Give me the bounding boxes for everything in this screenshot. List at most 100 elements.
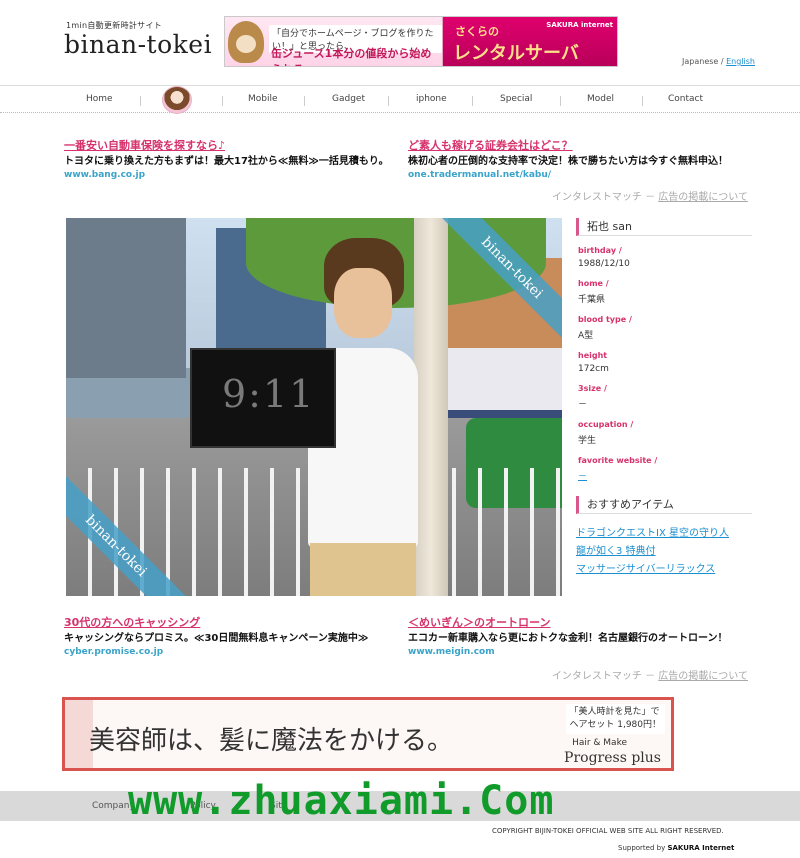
field-label: 3size / <box>578 384 607 393</box>
field-value: 1988/12/10 <box>578 259 630 269</box>
ad-url[interactable]: one.tradermanual.net/kabu/ <box>408 170 753 180</box>
ad-url[interactable]: www.meigin.com <box>408 647 753 657</box>
field-value: 千葉県 <box>578 295 606 305</box>
recommend-item[interactable]: 龍が如く3 特典付 <box>576 542 752 557</box>
ad-url[interactable]: www.bang.co.jp <box>64 170 409 180</box>
nav-model[interactable]: Model <box>587 94 614 104</box>
field-label: occupation / <box>578 420 634 429</box>
profile-field: occupation / 学生 <box>576 420 752 446</box>
ad-title[interactable]: 一番安い自動車保険を探すなら♪ <box>64 137 409 153</box>
language-switch: Japanese / English <box>682 57 755 66</box>
profile-field: favorite website / － <box>576 456 752 482</box>
site-header: 1min自動更新時計サイト binan-tokei 「自分でホームページ・ブログ… <box>0 0 800 86</box>
profile-field: height 172cm <box>576 351 752 374</box>
interest-match-row: インタレストマッチ － 広告の掲載について <box>552 667 748 682</box>
banner-right-panel: SAKURA internet さくらの レンタルサーバ <box>443 17 617 66</box>
time-board: 9:11 <box>190 348 336 448</box>
profile-field: home / 千葉県 <box>576 279 752 305</box>
interest-match-dash: － <box>641 671 659 682</box>
nav-iphone[interactable]: iphone <box>416 94 447 104</box>
ad-url[interactable]: cyber.promise.co.jp <box>64 647 409 657</box>
recommend-list: ドラゴンクエストIX 星空の守り人 龍が如く3 特典付 マッサージサイバーリラッ… <box>576 524 752 575</box>
sakura-logo: SAKURA internet <box>546 21 613 29</box>
interest-match-dash: － <box>641 192 659 203</box>
field-label: birthday / <box>578 246 622 255</box>
profile-field: blood type / A型 <box>576 315 752 341</box>
interest-match-label: インタレストマッチ <box>551 192 642 203</box>
offer-line2: ヘアセット 1,980円！ <box>569 720 661 730</box>
banner-hair-make: Hair & Make <box>572 738 627 748</box>
lang-english[interactable]: English <box>726 57 755 66</box>
field-label: height <box>578 351 608 360</box>
ad-description: キャッシングならプロミス。≪30日間無料息キャンペーン実施中≫ <box>64 633 369 644</box>
salon-ad-banner[interactable]: 美容師は、髪に魔法をかける。 「美人時計を見た」で ヘアセット 1,980円！ … <box>62 697 674 771</box>
banner-right-line2: レンタルサーバ <box>453 43 579 64</box>
banner-brand: Progress plus <box>564 750 661 766</box>
banner-headline: 美容師は、髪に魔法をかける。 <box>89 726 454 756</box>
ad-block[interactable]: ど素人も稼げる証券会社はどこ？ 株初心者の圧倒的な支持率で決定！株で勝ちたい方は… <box>408 137 753 180</box>
ad-title[interactable]: ど素人も稼げる証券会社はどこ？ <box>408 137 753 153</box>
recommend-heading: おすすめアイテム <box>576 496 752 514</box>
favorite-website-link[interactable]: － <box>578 469 752 482</box>
ad-info-link[interactable]: 広告の掲載について <box>658 671 748 682</box>
recommend-item[interactable]: マッサージサイバーリラックス <box>576 560 752 575</box>
nav-gadget[interactable]: Gadget <box>332 94 365 104</box>
main-nav: Home Mobile Gadget iphone Special Model … <box>0 85 800 114</box>
ad-block[interactable]: ＜めいぎん＞のオートローン エコカー新車購入なら更におトクな金利！名古屋銀行のオ… <box>408 614 753 657</box>
nav-special[interactable]: Special <box>500 94 532 104</box>
nav-divider <box>560 96 561 106</box>
nav-divider <box>222 96 223 106</box>
interest-match-label: インタレストマッチ <box>551 671 642 682</box>
cat-mascot-icon <box>228 21 264 63</box>
interest-match-row: インタレストマッチ － 広告の掲載について <box>552 188 748 203</box>
nav-divider <box>642 96 643 106</box>
nav-divider <box>140 96 141 106</box>
banner-left-panel: 「自分でホームページ・ブログを作りたい！」と思ったら、 缶ジュース1本分の値段か… <box>225 17 443 66</box>
ad-title[interactable]: ＜めいぎん＞のオートローン <box>408 614 753 630</box>
ad-block[interactable]: 一番安い自動車保険を探すなら♪ トヨタに乗り換えた方もまずは！最大17社から≪無… <box>64 137 409 180</box>
ad-title[interactable]: 30代の方へのキャッシング <box>64 614 409 630</box>
profile-field: 3size / － <box>576 384 752 410</box>
field-label: home / <box>578 279 609 288</box>
nav-divider <box>472 96 473 106</box>
photo-bus <box>436 348 562 418</box>
lang-separator: / <box>718 57 727 66</box>
sakura-logo[interactable]: SAKURA Internet <box>667 844 734 852</box>
top-ad-banner[interactable]: 「自分でホームページ・ブログを作りたい！」と思ったら、 缶ジュース1本分の値段か… <box>224 16 618 67</box>
ad-description: エコカー新車購入なら更におトクな金利！名古屋銀行のオートローン！ <box>408 633 728 644</box>
banner-offer: 「美人時計を見た」で ヘアセット 1,980円！ <box>565 704 665 734</box>
nav-divider <box>388 96 389 106</box>
nav-home[interactable]: Home <box>86 94 113 104</box>
person-face <box>334 268 392 338</box>
nav-avatar[interactable] <box>162 86 192 114</box>
site-logo[interactable]: binan-tokei <box>64 30 212 59</box>
field-value: A型 <box>578 331 594 341</box>
banner-line2: 缶ジュース1本分の値段から始められる <box>271 47 432 66</box>
ad-info-link[interactable]: 広告の掲載について <box>658 192 748 203</box>
profile-field: birthday / 1988/12/10 <box>576 246 752 269</box>
profile-name: 拓也 san <box>576 218 752 236</box>
field-value: 学生 <box>578 436 597 446</box>
lang-japanese[interactable]: Japanese <box>682 57 718 66</box>
ad-block[interactable]: 30代の方へのキャッシング キャッシングならプロミス。≪30日間無料息キャンペー… <box>64 614 409 657</box>
copyright: COPYRIGHT BIJIN-TOKEI OFFICIAL WEB SITE … <box>492 827 724 835</box>
profile-panel: 拓也 san birthday / 1988/12/10 home / 千葉県 … <box>576 218 752 575</box>
field-value: 172cm <box>578 364 609 374</box>
site-watermark: www.zhuaxiami.Com <box>128 778 555 824</box>
field-value: － <box>578 400 588 410</box>
person-pants <box>310 543 416 596</box>
supported-label: Supported by <box>618 844 666 852</box>
main-photo: 9:11 binan-tokei binan-tokei <box>66 218 562 596</box>
board-time: 9:11 <box>222 372 316 416</box>
field-label: blood type / <box>578 315 632 324</box>
banner-right-line1: さくらの <box>455 25 499 38</box>
supported-by: Supported by SAKURA Internet <box>618 844 734 852</box>
nav-mobile[interactable]: Mobile <box>248 94 278 104</box>
field-label: favorite website / <box>578 456 658 465</box>
nav-divider <box>304 96 305 106</box>
recommend-item[interactable]: ドラゴンクエストIX 星空の守り人 <box>576 524 752 539</box>
photo-building <box>66 218 186 378</box>
ad-description: トヨタに乗り換えた方もまずは！最大17社から≪無料≫一括見積もり。 <box>64 156 389 167</box>
nav-contact[interactable]: Contact <box>668 94 703 104</box>
offer-line1: 「美人時計を見た」で <box>569 707 660 717</box>
